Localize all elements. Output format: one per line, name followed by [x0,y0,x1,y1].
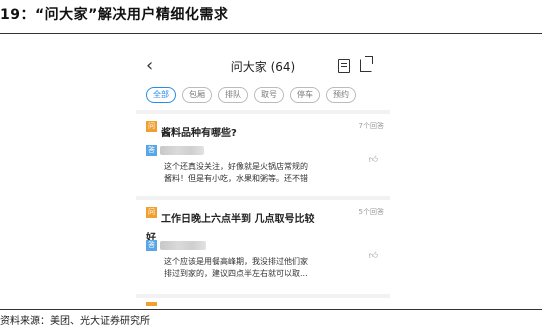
section-divider [136,110,390,114]
question-badge [146,302,157,306]
tab-queue[interactable]: 排队 [218,87,248,103]
title-rule [0,33,542,34]
answer-text: 这个还真没关注，好像就是火锅店常规的 酱料！但是有小吃，水果和粥等。还不错 [164,161,359,185]
tab-all[interactable]: 全部 [146,87,176,103]
section-divider [136,196,390,200]
answer-text: 这个应该是用餐高峰期，我没排过他们家 排过到家的，建议四点半左右就可以取... [164,256,359,280]
question-badge: 问 [146,207,157,218]
filter-tabs: 全部 包厢 排队 取号 停车 预约 [146,87,356,103]
question-text: 酱料品种有哪些? [161,128,237,139]
nav-bar: ‹ 问大家 (64) [136,54,390,78]
answer-count: 7个回答 [358,122,384,130]
tab-reservation[interactable]: 预约 [326,87,356,103]
question-badge: 问 [146,121,157,132]
tab-parking[interactable]: 停车 [290,87,320,103]
question-line: 工作日晚上六点半到 几点取号比较 [161,214,315,225]
figure-title: 19：“问大家”解决用户精细化需求 [0,7,229,23]
footer-rule [0,309,542,310]
phone-screenshot: ‹ 问大家 (64) 全部 包厢 排队 取号 停车 预约 问酱料品种有哪些? 7… [136,48,390,306]
question-card[interactable]: 问工作日晚上六点半到 几点取号比较好 5个回答 答 这个应该是用餐高峰期，我没排… [146,207,384,291]
answer-line: 这个应该是用餐高峰期，我没排过他们家 [164,257,308,266]
answer-badge: 答 [146,145,157,156]
list-icon[interactable] [338,59,350,73]
source-note: 资料来源：美团、光大证券研究所 [0,316,150,327]
tab-private-room[interactable]: 包厢 [182,87,212,103]
question-card[interactable]: 问酱料品种有哪些? 7个回答 答 这个还真没关注，好像就是火锅店常规的 酱料！但… [146,121,384,191]
blurred-username [160,146,204,155]
blurred-username [160,241,206,250]
thumbs-up-icon[interactable]: 👍︎ [369,251,378,261]
answer-badge: 答 [146,240,157,251]
tab-take-number[interactable]: 取号 [254,87,284,103]
question-text: 工作日晚上六点半到 几点取号比较好 [146,214,314,244]
answer-line: 这个还真没关注，好像就是火锅店常规的 [164,162,308,171]
answer-count: 5个回答 [358,208,384,216]
section-divider [136,294,390,298]
answer-line: 酱料！但是有小吃，水果和粥等。还不错 [164,174,308,183]
share-icon[interactable] [360,56,373,72]
page-title: 问大家 (64) [230,60,296,74]
thumbs-up-icon[interactable]: 👍︎ [369,155,378,165]
answer-line: 排过到家的，建议四点半左右就可以取... [164,269,308,278]
